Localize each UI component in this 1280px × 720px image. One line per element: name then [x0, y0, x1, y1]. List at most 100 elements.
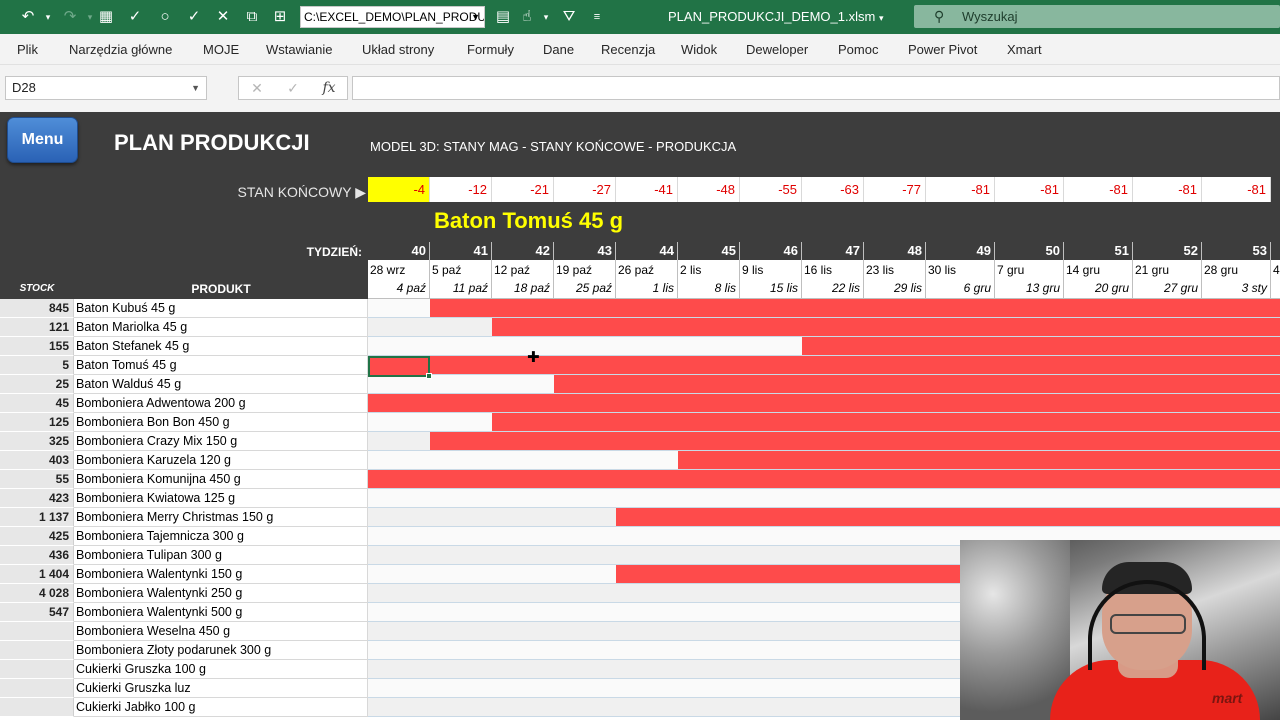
stock-cell[interactable]: 325: [0, 432, 74, 451]
stan-koncowy-cell[interactable]: -21: [492, 177, 554, 202]
tab-narzedzia-glowne[interactable]: Narzędzia główne: [69, 34, 172, 65]
week-header[interactable]: 47 16 lis 22 lis: [802, 242, 864, 299]
product-name-cell[interactable]: Bomboniera Walentynki 500 g: [74, 603, 368, 622]
undo-icon[interactable]: ↶: [18, 7, 38, 27]
stan-koncowy-cell[interactable]: -4: [368, 177, 430, 202]
product-name-cell[interactable]: Bomboniera Walentynki 250 g: [74, 584, 368, 603]
insert-function-icon[interactable]: fx: [317, 77, 341, 99]
hierarchy-icon[interactable]: ⊞: [270, 7, 290, 27]
stock-cell[interactable]: [0, 622, 74, 641]
week-header[interactable]: 46 9 lis 15 lis: [740, 242, 802, 299]
stan-koncowy-cell[interactable]: -81: [995, 177, 1064, 202]
tab-pomoc[interactable]: Pomoc: [838, 34, 878, 65]
product-name-cell[interactable]: Bomboniera Tajemnicza 300 g: [74, 527, 368, 546]
fill-handle[interactable]: [426, 373, 432, 379]
stan-koncowy-cell[interactable]: -81: [1133, 177, 1202, 202]
stock-cell[interactable]: 25: [0, 375, 74, 394]
stock-cell[interactable]: 436: [0, 546, 74, 565]
stock-cell[interactable]: 5: [0, 356, 74, 375]
week-header[interactable]: 43 19 paź 25 paź: [554, 242, 616, 299]
stan-koncowy-cell[interactable]: -77: [864, 177, 926, 202]
path-dropdown[interactable]: C:\EXCEL_DEMO\PLAN_PRODU ▼: [300, 6, 485, 28]
stock-cell[interactable]: 547: [0, 603, 74, 622]
stock-cell[interactable]: 4 028: [0, 584, 74, 603]
week-header[interactable]: 45 2 lis 8 lis: [678, 242, 740, 299]
product-name-cell[interactable]: Bomboniera Tulipan 300 g: [74, 546, 368, 565]
product-name-cell[interactable]: Bomboniera Merry Christmas 150 g: [74, 508, 368, 527]
stock-cell[interactable]: 403: [0, 451, 74, 470]
week-header[interactable]: 51 14 gru 20 gru: [1064, 242, 1133, 299]
tab-deweloper[interactable]: Deweloper: [746, 34, 808, 65]
redo-icon[interactable]: ↷: [60, 7, 80, 27]
product-name-cell[interactable]: Bomboniera Karuzela 120 g: [74, 451, 368, 470]
stock-cell[interactable]: 121: [0, 318, 74, 337]
stock-cell[interactable]: 1 137: [0, 508, 74, 527]
tab-widok[interactable]: Widok: [681, 34, 717, 65]
product-name-cell[interactable]: Bomboniera Weselna 450 g: [74, 622, 368, 641]
tab-xmart[interactable]: Xmart: [1007, 34, 1042, 65]
stock-cell[interactable]: [0, 641, 74, 660]
stan-koncowy-cell[interactable]: -12: [430, 177, 492, 202]
product-name-cell[interactable]: Bomboniera Walentynki 150 g: [74, 565, 368, 584]
product-name-cell[interactable]: Bomboniera Komunijna 450 g: [74, 470, 368, 489]
product-name-cell[interactable]: Bomboniera Kwiatowa 125 g: [74, 489, 368, 508]
product-name-cell[interactable]: Bomboniera Crazy Mix 150 g: [74, 432, 368, 451]
tab-plik[interactable]: Plik: [17, 34, 38, 65]
stock-cell[interactable]: 55: [0, 470, 74, 489]
stock-cell[interactable]: [0, 679, 74, 698]
tab-moje[interactable]: MOJE: [203, 34, 239, 65]
name-box[interactable]: D28 ▼: [5, 76, 207, 100]
check-circle-icon[interactable]: ✓: [125, 7, 145, 27]
tab-uklad-strony[interactable]: Układ strony: [362, 34, 434, 65]
product-name-cell[interactable]: Bomboniera Adwentowa 200 g: [74, 394, 368, 413]
document-title[interactable]: PLAN_PRODUKCJI_DEMO_1.xlsm ▾: [668, 0, 883, 34]
stan-koncowy-cell[interactable]: -27: [554, 177, 616, 202]
filter-icon[interactable]: ⛛: [559, 7, 579, 27]
formula-input[interactable]: [352, 76, 1280, 100]
menu-button[interactable]: Menu: [7, 117, 78, 163]
week-header[interactable]: 40 28 wrz 4 paź: [368, 242, 430, 299]
week-header[interactable]: 4: [1271, 242, 1280, 299]
document-icon[interactable]: ▤: [493, 7, 513, 27]
timeline-cells[interactable]: [368, 489, 1280, 508]
week-header[interactable]: 49 30 lis 6 gru: [926, 242, 995, 299]
touch-icon[interactable]: ☝: [517, 7, 537, 27]
tab-formuly[interactable]: Formuły: [467, 34, 514, 65]
week-header[interactable]: 53 28 gru 3 sty: [1202, 242, 1271, 299]
stock-cell[interactable]: 125: [0, 413, 74, 432]
enter-icon[interactable]: ✓: [281, 77, 305, 99]
product-name-cell[interactable]: Baton Tomuś 45 g: [74, 356, 368, 375]
product-name-cell[interactable]: Baton Stefanek 45 g: [74, 337, 368, 356]
stock-cell[interactable]: [0, 698, 74, 717]
stock-cell[interactable]: 1 404: [0, 565, 74, 584]
customize-qat-icon[interactable]: ≡: [587, 7, 607, 27]
stan-koncowy-cell[interactable]: -55: [740, 177, 802, 202]
tab-wstawianie[interactable]: Wstawianie: [266, 34, 332, 65]
stan-koncowy-cell[interactable]: -81: [1064, 177, 1133, 202]
week-header[interactable]: 42 12 paź 18 paź: [492, 242, 554, 299]
stock-cell[interactable]: 845: [0, 299, 74, 318]
week-header[interactable]: 52 21 gru 27 gru: [1133, 242, 1202, 299]
undo-dropdown-icon[interactable]: ▾: [38, 7, 58, 27]
stock-cell[interactable]: 155: [0, 337, 74, 356]
stan-koncowy-cell[interactable]: -81: [1202, 177, 1271, 202]
product-name-cell[interactable]: Bomboniera Bon Bon 450 g: [74, 413, 368, 432]
grid-icon[interactable]: ▦: [96, 7, 116, 27]
stock-cell[interactable]: 45: [0, 394, 74, 413]
week-header[interactable]: 44 26 paź 1 lis: [616, 242, 678, 299]
circle-icon[interactable]: ○: [155, 7, 175, 27]
touch-dropdown-icon[interactable]: ▾: [536, 7, 556, 27]
product-name-cell[interactable]: Cukierki Jabłko 100 g: [74, 698, 368, 717]
cancel-icon[interactable]: ✕: [245, 77, 269, 99]
copy-icon[interactable]: ⧉: [242, 7, 262, 27]
tab-dane[interactable]: Dane: [543, 34, 574, 65]
close-icon[interactable]: ✕: [213, 7, 233, 27]
stan-koncowy-cell[interactable]: -48: [678, 177, 740, 202]
tab-power-pivot[interactable]: Power Pivot: [908, 34, 977, 65]
check-icon[interactable]: ✓: [184, 7, 204, 27]
stan-koncowy-cell[interactable]: -63: [802, 177, 864, 202]
week-header[interactable]: 48 23 lis 29 lis: [864, 242, 926, 299]
chevron-down-icon[interactable]: ▼: [191, 77, 200, 99]
product-name-cell[interactable]: Cukierki Gruszka luz: [74, 679, 368, 698]
product-name-cell[interactable]: Baton Mariolka 45 g: [74, 318, 368, 337]
